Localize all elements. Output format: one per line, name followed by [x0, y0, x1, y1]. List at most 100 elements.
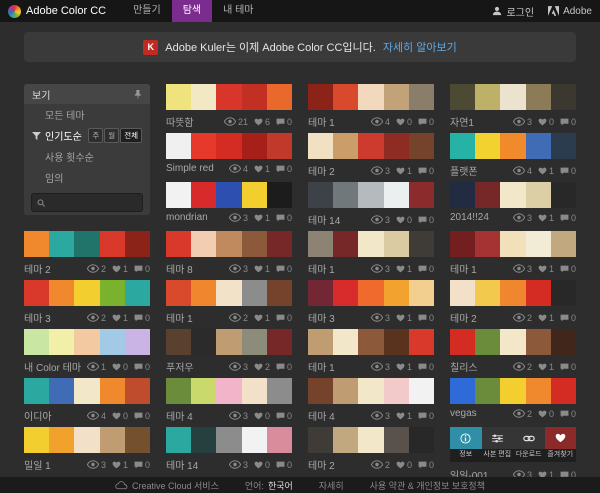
- likes-stat[interactable]: 1: [254, 264, 270, 274]
- color-swatch[interactable]: [191, 231, 216, 257]
- color-swatch[interactable]: [551, 329, 576, 355]
- color-swatch[interactable]: [384, 231, 409, 257]
- footer-terms-link[interactable]: 사용 약관 & 개인정보 보호정책: [370, 479, 485, 492]
- color-swatch[interactable]: [191, 329, 216, 355]
- theme-card[interactable]: 테마 1310: [308, 231, 434, 280]
- footer-more-link[interactable]: 자세히: [319, 479, 344, 492]
- color-swatch[interactable]: [74, 231, 99, 257]
- color-swatch[interactable]: [49, 329, 74, 355]
- color-swatch[interactable]: [308, 231, 333, 257]
- app-brand[interactable]: Adobe Color CC: [8, 5, 106, 18]
- color-swatch[interactable]: [308, 280, 333, 306]
- overlay-download-button[interactable]: 다운로드: [513, 427, 545, 462]
- color-swatch[interactable]: [384, 84, 409, 110]
- theme-swatches[interactable]: [308, 231, 434, 257]
- color-swatch[interactable]: [74, 378, 99, 404]
- color-swatch[interactable]: [24, 280, 49, 306]
- color-swatch[interactable]: [125, 231, 150, 257]
- color-swatch[interactable]: [267, 231, 292, 257]
- theme-swatches[interactable]: [24, 329, 150, 355]
- color-swatch[interactable]: [100, 329, 125, 355]
- likes-stat[interactable]: 1: [112, 264, 128, 274]
- theme-swatches[interactable]: [166, 133, 292, 159]
- menu-item-create[interactable]: 만들기: [122, 0, 172, 22]
- theme-card[interactable]: 테마 2310: [308, 133, 434, 182]
- adobe-link[interactable]: Adobe: [548, 6, 592, 17]
- color-swatch[interactable]: [333, 84, 358, 110]
- color-swatch[interactable]: [216, 133, 241, 159]
- color-swatch[interactable]: [191, 280, 216, 306]
- color-swatch[interactable]: [475, 329, 500, 355]
- color-swatch[interactable]: [450, 280, 475, 306]
- color-swatch[interactable]: [100, 378, 125, 404]
- theme-card[interactable]: 테마 2210: [450, 280, 576, 329]
- color-swatch[interactable]: [551, 280, 576, 306]
- likes-stat[interactable]: 1: [112, 460, 128, 470]
- color-swatch[interactable]: [216, 329, 241, 355]
- color-swatch[interactable]: [333, 427, 358, 453]
- theme-swatches[interactable]: [166, 182, 292, 208]
- color-swatch[interactable]: [500, 133, 525, 159]
- color-swatch[interactable]: [216, 378, 241, 404]
- likes-stat[interactable]: 1: [538, 362, 554, 372]
- likes-stat[interactable]: 0: [396, 460, 412, 470]
- color-swatch[interactable]: [409, 133, 434, 159]
- color-swatch[interactable]: [384, 280, 409, 306]
- likes-stat[interactable]: 6: [254, 117, 270, 127]
- color-swatch[interactable]: [49, 427, 74, 453]
- color-swatch[interactable]: [450, 378, 475, 404]
- color-swatch[interactable]: [24, 427, 49, 453]
- color-swatch[interactable]: [475, 280, 500, 306]
- theme-swatches[interactable]: [166, 280, 292, 306]
- theme-card[interactable]: 테마 3310: [308, 280, 434, 329]
- color-swatch[interactable]: [216, 231, 241, 257]
- theme-card[interactable]: 밀일 1310: [24, 427, 150, 476]
- language-selector[interactable]: 언어: 한국어: [245, 479, 293, 492]
- color-swatch[interactable]: [242, 84, 267, 110]
- color-swatch[interactable]: [216, 182, 241, 208]
- overlay-info-button[interactable]: 정보: [450, 427, 482, 462]
- color-swatch[interactable]: [333, 133, 358, 159]
- color-swatch[interactable]: [242, 427, 267, 453]
- color-swatch[interactable]: [267, 378, 292, 404]
- pin-icon[interactable]: [134, 89, 142, 99]
- color-swatch[interactable]: [49, 378, 74, 404]
- color-swatch[interactable]: [333, 182, 358, 208]
- color-swatch[interactable]: [526, 280, 551, 306]
- color-swatch[interactable]: [333, 378, 358, 404]
- search-box[interactable]: [31, 193, 143, 212]
- color-swatch[interactable]: [166, 182, 191, 208]
- theme-swatches[interactable]: [24, 378, 150, 404]
- color-swatch[interactable]: [125, 378, 150, 404]
- color-swatch[interactable]: [450, 329, 475, 355]
- theme-card[interactable]: 테마 14300: [166, 427, 292, 476]
- theme-swatches[interactable]: [166, 231, 292, 257]
- color-swatch[interactable]: [526, 84, 551, 110]
- likes-stat[interactable]: 1: [538, 213, 554, 223]
- likes-stat[interactable]: 0: [396, 117, 412, 127]
- likes-stat[interactable]: 2: [254, 362, 270, 372]
- theme-card[interactable]: 자연1300: [450, 84, 576, 133]
- learn-more-link[interactable]: 자세히 알아보기: [383, 39, 457, 55]
- theme-card[interactable]: 테마 2200: [308, 427, 434, 476]
- color-swatch[interactable]: [166, 329, 191, 355]
- color-swatch[interactable]: [409, 280, 434, 306]
- theme-card[interactable]: 따뜻함2160: [166, 84, 292, 133]
- theme-swatches[interactable]: [308, 378, 434, 404]
- theme-swatches[interactable]: [166, 329, 292, 355]
- color-swatch[interactable]: [242, 182, 267, 208]
- theme-card[interactable]: 테마 3210: [24, 280, 150, 329]
- theme-swatches[interactable]: [166, 378, 292, 404]
- color-swatch[interactable]: [166, 427, 191, 453]
- color-swatch[interactable]: [500, 329, 525, 355]
- color-swatch[interactable]: [191, 427, 216, 453]
- color-swatch[interactable]: [500, 378, 525, 404]
- color-swatch[interactable]: [333, 231, 358, 257]
- theme-card[interactable]: 이디아400: [24, 378, 150, 427]
- color-swatch[interactable]: [450, 231, 475, 257]
- likes-stat[interactable]: 0: [112, 362, 128, 372]
- creative-cloud-link[interactable]: Creative Cloud 서비스: [115, 479, 219, 492]
- color-swatch[interactable]: [308, 84, 333, 110]
- likes-stat[interactable]: 1: [254, 164, 270, 174]
- color-swatch[interactable]: [551, 84, 576, 110]
